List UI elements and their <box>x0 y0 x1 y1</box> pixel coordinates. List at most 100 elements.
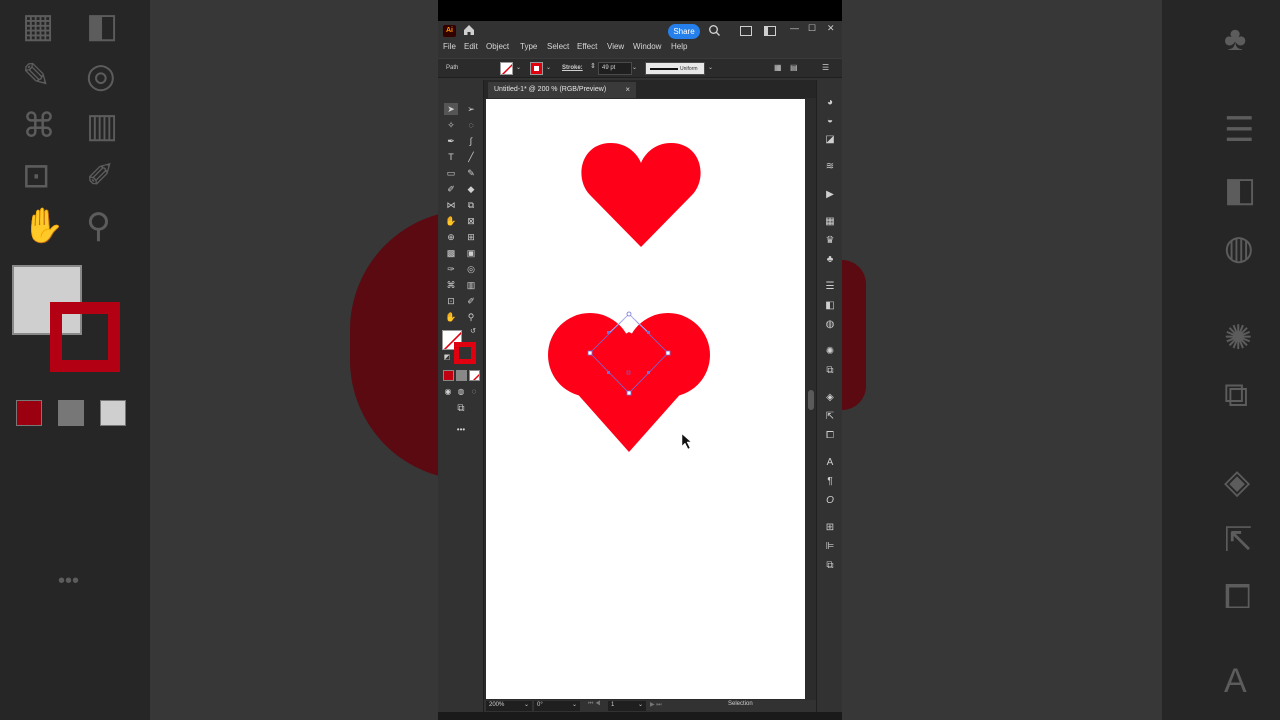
menu-edit[interactable]: Edit <box>464 42 478 51</box>
close-window-icon[interactable]: ✕ <box>827 23 835 34</box>
stroke-panel-icon[interactable]: ☰ <box>823 280 837 294</box>
default-fill-stroke-icon[interactable]: ◩ <box>440 352 454 364</box>
stroke-color-swatch[interactable] <box>530 62 543 75</box>
paintbrush-tool-icon[interactable]: ✎ <box>464 167 478 179</box>
share-button[interactable]: Share <box>668 24 700 39</box>
draw-normal-icon[interactable]: ◉ <box>441 386 455 398</box>
appearance-panel-icon[interactable]: ✺ <box>823 345 837 359</box>
layers-panel-icon[interactable]: ◈ <box>823 391 837 405</box>
color-themes-panel-icon[interactable]: ◪ <box>823 133 837 147</box>
none-mode-icon[interactable] <box>469 370 480 381</box>
draw-behind-icon[interactable]: ◍ <box>454 386 468 398</box>
profile-dropdown-icon[interactable]: ⌄ <box>708 64 713 71</box>
artboard-dropdown-icon[interactable]: ⌄ <box>638 701 643 708</box>
workspace-switcher-icon[interactable] <box>764 26 776 36</box>
scroll-thumb[interactable] <box>808 390 814 410</box>
stroke-swatch-large[interactable] <box>454 342 476 364</box>
zoom-dropdown-icon[interactable]: ⌄ <box>524 701 529 708</box>
menu-help[interactable]: Help <box>671 42 687 51</box>
pathfinder-panel-icon[interactable]: ⧉ <box>823 559 837 573</box>
swatches-panel-icon[interactable]: ▦ <box>823 215 837 229</box>
home-icon[interactable] <box>462 23 476 42</box>
previous-artboard-icon[interactable]: ⏮ ◀ <box>588 701 600 708</box>
canvas-area[interactable] <box>484 98 816 700</box>
draw-inside-icon[interactable]: ◌ <box>467 386 481 398</box>
eyedropper-tool-icon[interactable]: ✑ <box>444 263 458 275</box>
color-panel-icon[interactable]: ◕ <box>823 96 837 110</box>
menu-object[interactable]: Object <box>486 42 509 51</box>
type-tool-icon[interactable]: T <box>444 151 458 163</box>
menu-select[interactable]: Select <box>547 42 569 51</box>
color-mode-icon[interactable] <box>443 370 454 381</box>
rectangle-tool-icon[interactable]: ▭ <box>444 167 458 179</box>
graphic-styles-panel-icon[interactable]: ⧉ <box>823 364 837 378</box>
rotation-dropdown-icon[interactable]: ⌄ <box>572 701 577 708</box>
line-tool-icon[interactable]: ╱ <box>464 151 478 163</box>
selection-tool-icon[interactable]: ➤ <box>444 103 458 115</box>
opentype-panel-icon[interactable]: O <box>823 494 837 508</box>
reflect-tool-icon[interactable]: ⋈ <box>444 199 458 211</box>
swap-fill-stroke-icon[interactable]: ↺ <box>466 326 480 338</box>
stroke-weight-field[interactable]: 49 pt <box>598 62 632 75</box>
gradient-panel-icon[interactable]: ◧ <box>823 299 837 313</box>
minimize-icon[interactable]: — <box>790 23 799 33</box>
color-guide-panel-icon[interactable]: ◒ <box>823 114 837 128</box>
transparency-panel-icon[interactable]: ◍ <box>823 318 837 332</box>
perspective-grid-tool-icon[interactable]: ⊞ <box>464 231 478 243</box>
align-icon[interactable]: ▦ <box>774 63 782 72</box>
transform-icon[interactable]: ▤ <box>790 63 798 72</box>
menu-file[interactable]: File <box>443 42 456 51</box>
control-menu-icon[interactable]: ☰ <box>822 63 829 72</box>
artboard-navigation-field[interactable]: 1 ⌄ <box>608 701 646 711</box>
close-document-icon[interactable]: × <box>625 85 630 94</box>
stroke-stepper-icon[interactable]: ⇕ <box>590 62 596 70</box>
eraser-tool-icon[interactable]: ◆ <box>464 183 478 195</box>
rotation-field[interactable]: 0° ⌄ <box>534 701 580 711</box>
search-icon[interactable] <box>708 24 721 42</box>
pen-tool-icon[interactable]: ✒ <box>444 135 458 147</box>
graph-tool-icon[interactable]: ▥ <box>464 279 478 291</box>
magic-wand-tool-icon[interactable]: ✧ <box>444 119 458 131</box>
menu-view[interactable]: View <box>607 42 624 51</box>
stroke-dropdown-icon[interactable]: ⌄ <box>546 64 551 71</box>
slice-tool-icon[interactable]: ✐ <box>464 295 478 307</box>
arrange-documents-icon[interactable] <box>740 26 752 36</box>
stroke-weight-dropdown-icon[interactable]: ⌄ <box>632 64 637 71</box>
menu-window[interactable]: Window <box>633 42 661 51</box>
maximize-icon[interactable]: ☐ <box>808 23 816 34</box>
menu-effect[interactable]: Effect <box>577 42 597 51</box>
symbols-panel-icon[interactable]: ♣ <box>823 253 837 267</box>
gradient-tool-icon[interactable]: ▣ <box>464 247 478 259</box>
shape-builder-tool-icon[interactable]: ⊕ <box>444 231 458 243</box>
fill-none-swatch[interactable] <box>500 62 513 75</box>
properties-panel-icon[interactable]: ≋ <box>823 160 837 174</box>
brushes-panel-icon[interactable]: ♛ <box>823 234 837 248</box>
menu-type[interactable]: Type <box>520 42 537 51</box>
artboard-tool-icon[interactable]: ⊡ <box>444 295 458 307</box>
hand-tool-icon[interactable]: ✋ <box>444 311 458 323</box>
artboard[interactable] <box>486 99 805 699</box>
curvature-tool-icon[interactable]: ∫ <box>464 135 478 147</box>
blend-tool-icon[interactable]: ◎ <box>464 263 478 275</box>
edit-toolbar-icon[interactable]: ••• <box>454 424 468 436</box>
mesh-tool-icon[interactable]: ▩ <box>444 247 458 259</box>
scale-tool-icon[interactable]: ⧉ <box>464 199 478 211</box>
zoom-level-field[interactable]: 200% ⌄ <box>486 701 532 711</box>
actions-panel-icon[interactable]: ▶ <box>823 188 837 202</box>
next-artboard-icon[interactable]: ▶ ⏭ <box>650 701 662 709</box>
symbol-sprayer-tool-icon[interactable]: ⌘ <box>444 279 458 291</box>
free-transform-tool-icon[interactable]: ⊠ <box>464 215 478 227</box>
document-tab[interactable]: Untitled-1* @ 200 % (RGB/Preview) × <box>488 82 636 98</box>
stroke-label[interactable]: Stroke: <box>562 65 583 71</box>
artboards-panel-icon[interactable]: ⧠ <box>823 429 837 443</box>
asset-export-panel-icon[interactable]: ⇱ <box>823 410 837 424</box>
warp-tool-icon[interactable]: ✋ <box>444 215 458 227</box>
transform-panel-icon[interactable]: ⊞ <box>823 521 837 535</box>
character-panel-icon[interactable]: A <box>823 456 837 470</box>
shaper-tool-icon[interactable]: ✐ <box>444 183 458 195</box>
screen-mode-icon[interactable]: ⧉ <box>454 403 468 415</box>
zoom-tool-icon[interactable]: ⚲ <box>464 311 478 323</box>
lasso-tool-icon[interactable]: ◌ <box>464 119 478 131</box>
align-panel-icon[interactable]: ⊫ <box>823 540 837 554</box>
stroke-profile-select[interactable]: Uniform <box>645 62 705 75</box>
